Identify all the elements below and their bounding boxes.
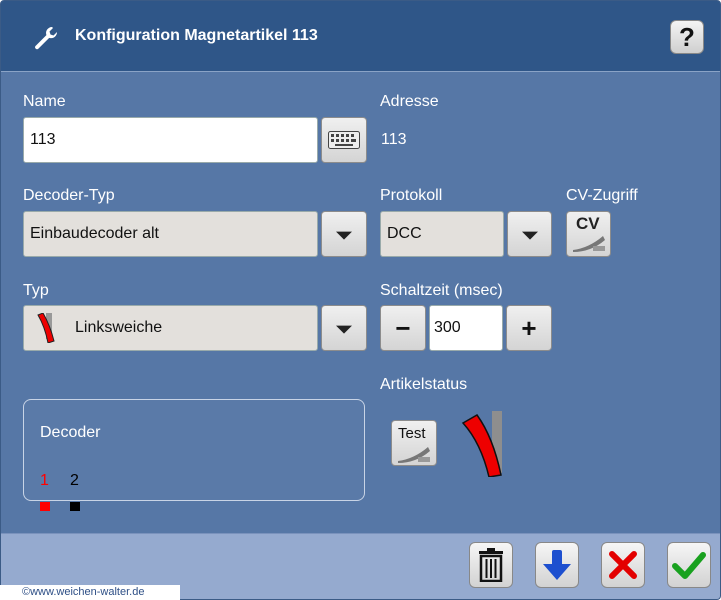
config-dialog: Konfiguration Magnetartikel 113 ? Name 1… <box>0 0 721 600</box>
name-label: Name <box>23 93 66 110</box>
keyboard-button[interactable] <box>321 117 367 163</box>
protocol-dropdown-button[interactable] <box>507 211 552 257</box>
test-button-label: Test <box>398 425 426 442</box>
decoder-type-dropdown-button[interactable] <box>321 211 367 257</box>
trash-icon <box>479 548 503 582</box>
move-down-button[interactable] <box>535 542 579 588</box>
turnout-icon <box>398 447 430 463</box>
arrow-down-icon <box>543 550 571 580</box>
test-button[interactable]: Test <box>391 420 437 466</box>
decoder-output-2-indicator[interactable] <box>70 502 80 511</box>
protocol-select[interactable]: DCC <box>380 211 504 257</box>
decoder-output-1-indicator[interactable] <box>40 502 50 511</box>
name-input[interactable]: 113 <box>23 117 318 163</box>
plus-icon: + <box>521 313 537 343</box>
address-label: Adresse <box>380 93 439 110</box>
help-button[interactable]: ? <box>670 20 704 54</box>
turnout-icon <box>573 236 605 252</box>
copyright-notice: ©www.weichen-walter.de <box>0 585 180 600</box>
chevron-down-icon <box>336 325 352 334</box>
switch-time-decrement-button[interactable]: − <box>380 305 426 351</box>
check-icon <box>672 552 706 579</box>
decoder-label: Decoder <box>40 424 101 441</box>
minus-icon: − <box>395 313 411 343</box>
close-icon <box>609 551 637 579</box>
wrench-icon <box>35 27 58 50</box>
switch-time-input[interactable]: 300 <box>429 305 503 351</box>
protocol-label: Protokoll <box>380 187 443 204</box>
decoder-panel: Decoder 1 2 <box>23 399 365 501</box>
type-label: Typ <box>23 282 49 299</box>
switch-time-value: 300 <box>434 319 461 336</box>
type-value: Linksweiche <box>75 319 163 336</box>
article-status-label: Artikelstatus <box>380 376 468 393</box>
chevron-down-icon <box>521 231 538 240</box>
cv-button-label: CV <box>576 214 600 233</box>
decoder-type-label: Decoder-Typ <box>23 187 115 204</box>
cv-access-button[interactable]: CV <box>566 211 611 257</box>
name-value: 113 <box>30 131 56 148</box>
chevron-down-icon <box>336 231 352 240</box>
cancel-button[interactable] <box>601 542 645 588</box>
type-select[interactable]: Linksweiche <box>23 305 318 351</box>
turnout-status-icon <box>461 411 502 477</box>
decoder-type-value: Einbaudecoder alt <box>30 225 159 242</box>
left-turnout-icon <box>37 313 55 343</box>
confirm-button[interactable] <box>667 542 711 588</box>
decoder-output-2-number: 2 <box>70 472 79 489</box>
decoder-output-1-number: 1 <box>40 472 49 489</box>
address-value: 113 <box>381 131 407 148</box>
type-dropdown-button[interactable] <box>321 305 367 351</box>
switch-time-increment-button[interactable]: + <box>506 305 552 351</box>
title-bar: Konfiguration Magnetartikel 113 ? <box>1 1 720 72</box>
delete-button[interactable] <box>469 542 513 588</box>
decoder-type-select[interactable]: Einbaudecoder alt <box>23 211 318 257</box>
switch-time-label: Schaltzeit (msec) <box>380 282 503 299</box>
protocol-value: DCC <box>387 225 422 242</box>
dialog-title: Konfiguration Magnetartikel 113 <box>75 27 318 44</box>
cv-access-label: CV-Zugriff <box>566 187 638 204</box>
keyboard-icon <box>328 131 360 149</box>
